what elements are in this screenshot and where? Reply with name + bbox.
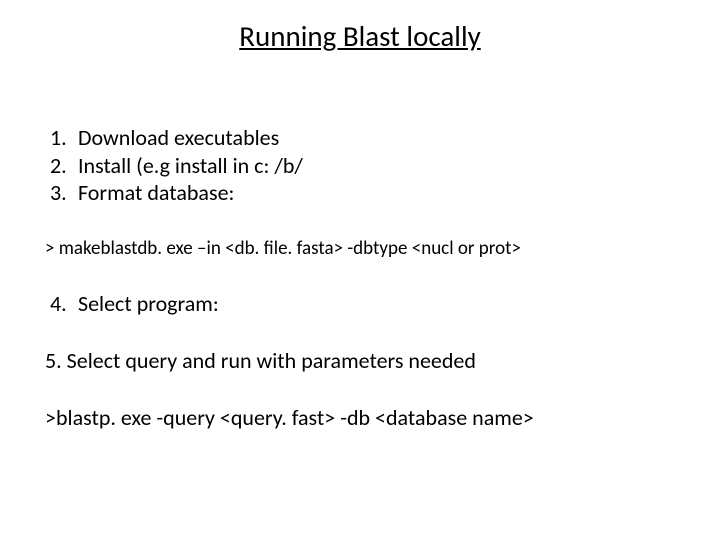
- step-1: 1. Download executables: [50, 124, 680, 152]
- step-number: 2.: [50, 152, 78, 180]
- step-text: Download executables: [78, 124, 279, 152]
- step-2: 2. Install (e.g install in c: /b/: [50, 152, 680, 180]
- step-4: 4. Select program:: [40, 290, 680, 317]
- step-number: 4.: [50, 290, 78, 317]
- step-3: 3. Format database:: [50, 179, 680, 207]
- step-number: 1.: [50, 124, 78, 152]
- step-text: Select program:: [78, 290, 219, 317]
- step-5: 5. Select query and run with parameters …: [40, 347, 680, 374]
- command-makeblastdb: > makeblastdb. exe –in <db. file. fasta>…: [40, 237, 680, 260]
- command-blastp: >blastp. exe -query <query. fast> -db <d…: [40, 404, 680, 431]
- step-text: Install (e.g install in c: /b/: [78, 152, 303, 180]
- slide-title: Running Blast locally: [40, 18, 680, 54]
- steps-list-1-3: 1. Download executables 2. Install (e.g …: [40, 124, 680, 207]
- step-number: 3.: [50, 179, 78, 207]
- step-text: Format database:: [78, 179, 234, 207]
